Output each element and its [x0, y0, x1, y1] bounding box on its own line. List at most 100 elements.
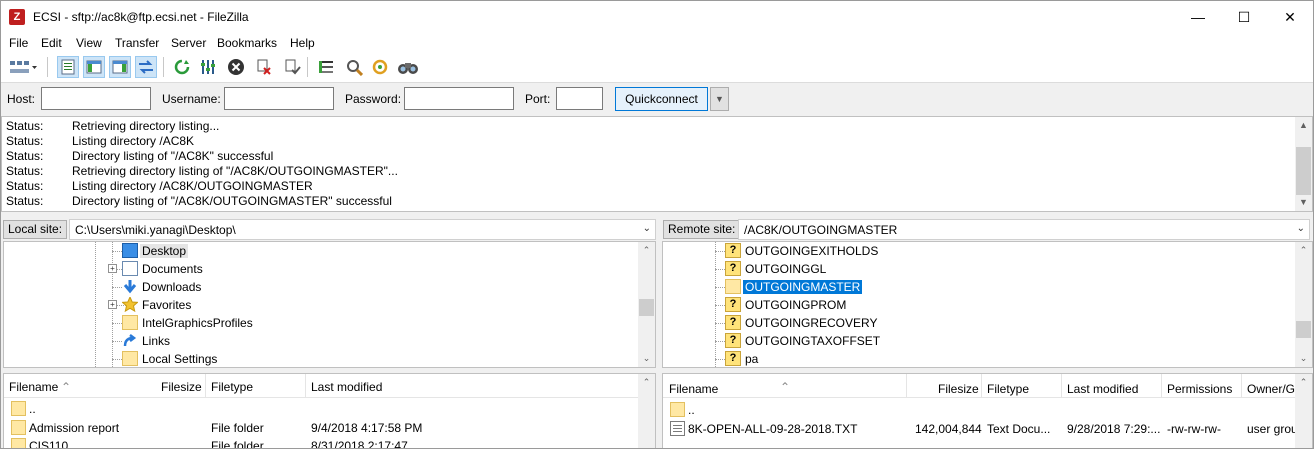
local-directory-tree: Desktop + Documents Downloads + Favorite…: [3, 241, 656, 368]
downloads-icon: [122, 279, 138, 294]
unknown-folder-icon: ?: [725, 243, 741, 258]
text-file-icon: [670, 421, 685, 436]
close-icon[interactable]: ✕: [1267, 1, 1313, 33]
synchronized-browsing-icon[interactable]: [369, 56, 391, 78]
menu-transfer[interactable]: Transfer: [115, 36, 159, 50]
scroll-up-icon[interactable]: ⌃: [638, 374, 655, 391]
menu-help[interactable]: Help: [290, 36, 315, 50]
scroll-thumb[interactable]: [639, 299, 654, 316]
folder-icon: [11, 438, 26, 448]
folder-icon: [11, 401, 26, 416]
log-scrollbar[interactable]: ▲ ▼: [1295, 117, 1312, 211]
quickconnect-bar: Host: Username: Password: Port: Quickcon…: [1, 84, 1313, 114]
search-remote-files-icon[interactable]: [395, 56, 421, 78]
scroll-thumb[interactable]: [1296, 321, 1311, 338]
sort-ascending-icon: ⌃: [61, 380, 72, 394]
toggle-message-log-icon[interactable]: [57, 56, 79, 78]
folder-icon: [725, 279, 741, 294]
file-row[interactable]: 8K-OPEN-ALL-09-28-2018.TXT 142,004,844 T…: [663, 419, 1304, 439]
documents-icon: [122, 261, 138, 276]
menu-file[interactable]: File: [9, 36, 28, 50]
column-last-modified[interactable]: Last modified: [311, 380, 382, 394]
toggle-transfer-queue-icon[interactable]: [135, 56, 157, 78]
local-tree-scrollbar[interactable]: ⌃ ⌄: [638, 242, 655, 367]
menu-bookmarks[interactable]: Bookmarks: [217, 36, 277, 50]
scroll-down-icon[interactable]: ⌄: [638, 350, 655, 367]
links-icon: [122, 333, 138, 348]
scroll-down-icon[interactable]: ⌄: [1295, 350, 1312, 367]
scroll-down-icon[interactable]: ▼: [1295, 194, 1312, 211]
filezilla-logo-icon: Z: [9, 9, 25, 25]
scroll-thumb[interactable]: [1296, 147, 1311, 195]
unknown-folder-icon: ?: [725, 333, 741, 348]
chevron-down-icon[interactable]: ⌄: [1297, 223, 1305, 234]
port-label: Port:: [525, 92, 551, 106]
message-log: Status: Retrieving directory listing... S…: [1, 116, 1313, 212]
host-label: Host:: [7, 92, 36, 106]
scroll-up-icon[interactable]: ⌃: [1295, 242, 1312, 259]
column-filename[interactable]: Filename: [9, 380, 58, 394]
cancel-operation-icon[interactable]: [225, 56, 247, 78]
quickconnect-history-dropdown[interactable]: ▼: [710, 87, 729, 111]
folder-icon: [122, 351, 138, 366]
username-label: Username:: [162, 92, 221, 106]
remote-directory-tree: ? OUTGOINGEXITHOLDS ? OUTGOINGGL OUTGOIN…: [662, 241, 1313, 368]
unknown-folder-icon: ?: [725, 315, 741, 330]
column-permissions[interactable]: Permissions: [1167, 382, 1232, 396]
file-row[interactable]: CIS110 File folder 8/31/2018 2:17:47: [4, 436, 638, 448]
folder-icon: [670, 402, 685, 417]
local-files-scrollbar[interactable]: ⌃: [638, 374, 655, 448]
remote-file-list: ⌃ Filename Filesize Filetype Last modifi…: [662, 373, 1313, 448]
remote-path: /AC8K/OUTGOINGMASTER: [744, 223, 898, 237]
toggle-local-tree-icon[interactable]: [83, 56, 105, 78]
column-filesize[interactable]: Filesize: [161, 380, 202, 394]
directory-comparison-icon[interactable]: [343, 56, 365, 78]
port-input[interactable]: [556, 87, 603, 110]
quickconnect-button[interactable]: Quickconnect: [615, 87, 708, 111]
filezilla-window: Z ECSI - sftp://ac8k@ftp.ecsi.net - File…: [0, 0, 1314, 449]
local-file-list: ⌃ Filename Filesize Filetype Last modifi…: [3, 373, 656, 448]
menu-server[interactable]: Server: [171, 36, 206, 50]
column-filesize[interactable]: Filesize: [938, 382, 979, 396]
directory-listing-filter-icon[interactable]: [315, 56, 337, 78]
column-last-modified[interactable]: Last modified: [1067, 382, 1138, 396]
favorites-star-icon: [121, 295, 139, 313]
site-manager-icon[interactable]: [7, 56, 39, 78]
maximize-icon[interactable]: ☐: [1221, 1, 1267, 33]
refresh-icon[interactable]: [171, 56, 193, 78]
process-queue-icon[interactable]: [197, 56, 219, 78]
expand-icon[interactable]: +: [108, 264, 117, 273]
remote-site-label: Remote site:: [663, 220, 741, 239]
menu-edit[interactable]: Edit: [41, 36, 62, 50]
minimize-icon[interactable]: —: [1175, 1, 1221, 33]
file-row[interactable]: ..: [4, 399, 638, 419]
remote-path-combo[interactable]: /AC8K/OUTGOINGMASTER ⌄: [738, 219, 1310, 240]
disconnect-icon[interactable]: [253, 56, 275, 78]
folder-icon: [11, 420, 26, 435]
scroll-up-icon[interactable]: ▲: [1295, 117, 1312, 134]
local-path-combo[interactable]: C:\Users\miki.yanagi\Desktop\ ⌄: [69, 219, 656, 240]
menu-view[interactable]: View: [76, 36, 102, 50]
scroll-up-icon[interactable]: ⌃: [1295, 374, 1312, 391]
remote-file-list-header: ⌃ Filename Filesize Filetype Last modifi…: [663, 374, 1306, 398]
chevron-down-icon[interactable]: ⌄: [643, 223, 651, 234]
column-filetype[interactable]: Filetype: [987, 382, 1029, 396]
local-path: C:\Users\miki.yanagi\Desktop\: [75, 223, 236, 237]
file-row[interactable]: Admission report File folder 9/4/2018 4:…: [4, 418, 638, 438]
password-input[interactable]: [404, 87, 514, 110]
unknown-folder-icon: ?: [725, 297, 741, 312]
file-row[interactable]: ..: [663, 400, 1295, 420]
column-filetype[interactable]: Filetype: [211, 380, 253, 394]
toggle-remote-tree-icon[interactable]: [109, 56, 131, 78]
column-filename[interactable]: Filename: [669, 382, 718, 396]
sort-ascending-icon: ⌃: [780, 380, 791, 394]
folder-icon: [122, 315, 138, 330]
remote-tree-scrollbar[interactable]: ⌃ ⌄: [1295, 242, 1312, 367]
expand-icon[interactable]: +: [108, 300, 117, 309]
host-input[interactable]: [41, 87, 151, 110]
username-input[interactable]: [224, 87, 334, 110]
reconnect-icon[interactable]: [281, 56, 303, 78]
scroll-up-icon[interactable]: ⌃: [638, 242, 655, 259]
remote-files-scrollbar[interactable]: ⌃: [1295, 374, 1312, 448]
remote-site-bar: Remote site: /AC8K/OUTGOINGMASTER ⌄: [661, 218, 1313, 240]
